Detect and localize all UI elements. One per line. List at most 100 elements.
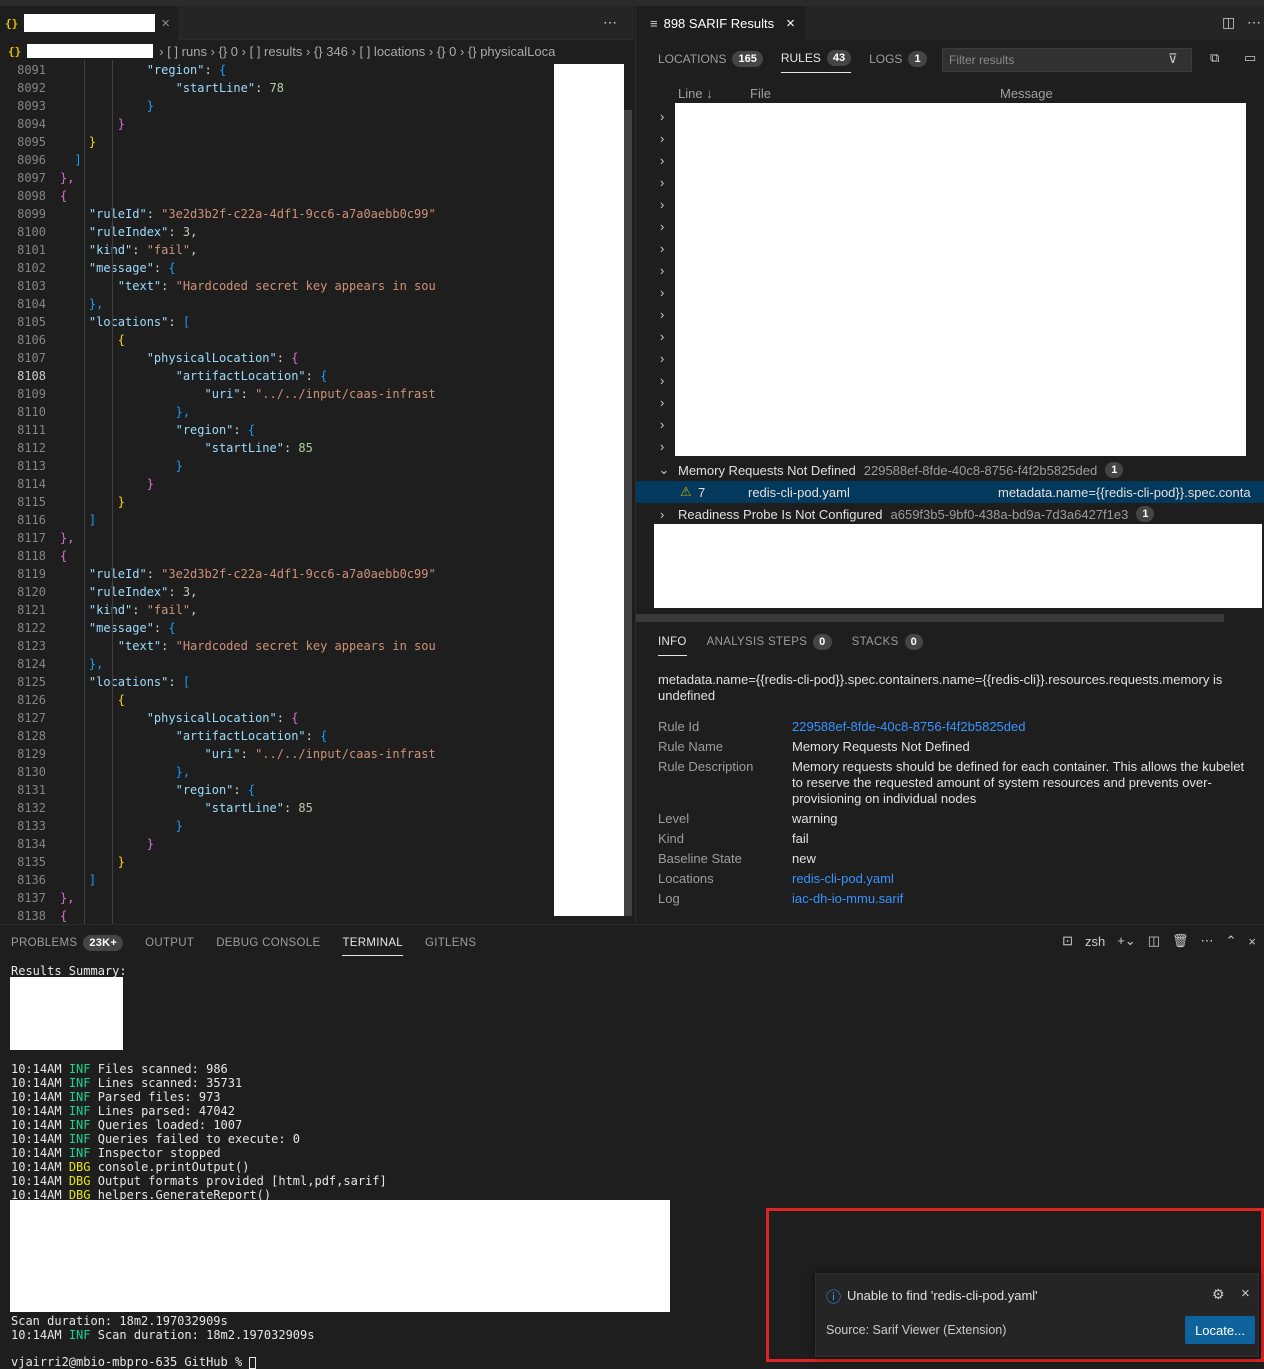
code-line[interactable]: ]: [60, 151, 81, 169]
code-line[interactable]: "artifactLocation": {: [60, 727, 328, 745]
tab-gitlens[interactable]: GITLENS: [425, 935, 476, 956]
code-line[interactable]: "artifactLocation": {: [60, 367, 328, 385]
breadcrumb-item[interactable]: {} 346: [314, 44, 348, 59]
breadcrumb-item[interactable]: {} physicalLoca: [468, 44, 555, 59]
sarif-tab[interactable]: ≡ 898 SARIF Results ×: [636, 6, 805, 40]
code-line[interactable]: {: [60, 547, 67, 565]
code-line[interactable]: }: [60, 475, 154, 493]
breadcrumb-item[interactable]: {} 0: [437, 44, 457, 59]
code-line[interactable]: }: [60, 493, 125, 511]
code-line[interactable]: "kind": "fail",: [60, 241, 197, 259]
code-line[interactable]: "region": {: [60, 781, 255, 799]
chevron-right-icon[interactable]: ›: [660, 131, 672, 146]
code-line[interactable]: "text": "Hardcoded secret key appears in…: [60, 277, 436, 295]
filter-results-input[interactable]: Filter results: [942, 48, 1192, 72]
tab-stacks[interactable]: STACKS 0: [852, 634, 923, 656]
chevron-right-icon[interactable]: ›: [660, 351, 672, 366]
open-log-icon[interactable]: ▭: [1244, 50, 1256, 66]
code-editor[interactable]: 8091 "region": {8092 "startLine": 78 8093…: [0, 60, 548, 924]
code-line[interactable]: ]: [60, 511, 96, 529]
code-line[interactable]: },: [60, 889, 74, 907]
chevron-right-icon[interactable]: ›: [636, 507, 678, 522]
breadcrumb-item[interactable]: [ ] locations: [359, 44, 425, 59]
chevron-right-icon[interactable]: ›: [660, 285, 672, 300]
chevron-right-icon[interactable]: ›: [660, 417, 672, 432]
editor-tab[interactable]: {} ×: [0, 6, 178, 40]
minimap-redacted[interactable]: [554, 64, 624, 916]
chevron-right-icon[interactable]: ›: [660, 307, 672, 322]
code-line[interactable]: },: [60, 763, 190, 781]
code-line[interactable]: }: [60, 835, 154, 853]
code-line[interactable]: "startLine": 78: [60, 79, 284, 97]
code-line[interactable]: },: [60, 295, 103, 313]
code-line[interactable]: }: [60, 97, 154, 115]
code-line[interactable]: },: [60, 529, 74, 547]
breadcrumb-item[interactable]: [ ] results: [250, 44, 303, 59]
chevron-right-icon[interactable]: ›: [660, 241, 672, 256]
gear-icon[interactable]: ⚙: [1212, 1286, 1225, 1303]
code-line[interactable]: "message": {: [60, 259, 176, 277]
code-line[interactable]: "ruleId": "3e2d3b2f-c22a-4df1-9cc6-a7a0a…: [60, 205, 436, 223]
locations-link[interactable]: redis-cli-pod.yaml: [792, 871, 1252, 887]
tab-terminal[interactable]: TERMINAL: [342, 935, 403, 956]
chevron-right-icon[interactable]: ›: [660, 175, 672, 190]
maximize-panel-icon[interactable]: ⌃: [1226, 933, 1237, 949]
code-line[interactable]: "startLine": 85: [60, 799, 312, 817]
code-line[interactable]: }: [60, 115, 125, 133]
chevron-right-icon[interactable]: ›: [660, 153, 672, 168]
code-line[interactable]: "physicalLocation": {: [60, 349, 299, 367]
result-row-selected[interactable]: ⚠ 7 redis-cli-pod.yaml metadata.name={{r…: [636, 481, 1264, 503]
code-line[interactable]: {: [60, 331, 125, 349]
code-line[interactable]: {: [60, 907, 67, 924]
editor-scrollbar[interactable]: [624, 110, 632, 916]
close-panel-icon[interactable]: ×: [1248, 934, 1256, 949]
close-icon[interactable]: ×: [1241, 1285, 1250, 1302]
tab-rules[interactable]: RULES 43: [780, 50, 852, 73]
tab-analysis-steps[interactable]: ANALYSIS STEPS 0: [707, 634, 832, 656]
chevron-right-icon[interactable]: ›: [660, 373, 672, 388]
code-line[interactable]: }: [60, 853, 125, 871]
code-line[interactable]: }: [60, 457, 183, 475]
code-line[interactable]: "startLine": 85: [60, 439, 312, 457]
code-line[interactable]: {: [60, 187, 67, 205]
more-actions-icon[interactable]: ⋯: [1247, 14, 1261, 31]
filter-icon[interactable]: ⊽: [1168, 51, 1178, 67]
code-line[interactable]: ]: [60, 871, 96, 889]
code-line[interactable]: "locations": [: [60, 313, 190, 331]
code-line[interactable]: },: [60, 403, 190, 421]
tab-logs[interactable]: LOGS 1: [869, 50, 927, 73]
code-line[interactable]: }: [60, 133, 96, 151]
close-tab-icon[interactable]: ×: [161, 15, 170, 32]
horizontal-scrollbar[interactable]: [636, 614, 1224, 622]
breadcrumb-items[interactable]: › [ ] runs › {} 0 › [ ] results › {} 346…: [159, 44, 555, 59]
column-file[interactable]: File: [750, 86, 771, 101]
close-icon[interactable]: ×: [786, 15, 795, 32]
chevron-right-icon[interactable]: ›: [660, 197, 672, 212]
rule-group-collapsed[interactable]: › Readiness Probe Is Not Configured a659…: [636, 503, 1264, 525]
rule-id-link[interactable]: 229588ef-8fde-40c8-8756-f4f2b5825ded: [792, 719, 1252, 735]
code-line[interactable]: "ruleId": "3e2d3b2f-c22a-4df1-9cc6-a7a0a…: [60, 565, 436, 583]
shell-prompt[interactable]: vjairri2@mbio-mbpro-635 GitHub %: [11, 1355, 257, 1369]
code-line[interactable]: "uri": "../../input/caas-infrast: [60, 745, 435, 763]
locate-button[interactable]: Locate...: [1185, 1316, 1255, 1344]
code-line[interactable]: "ruleIndex": 3,: [60, 223, 197, 241]
code-line[interactable]: "kind": "fail",: [60, 601, 197, 619]
code-line[interactable]: {: [60, 691, 125, 709]
more-actions-icon[interactable]: ⋯: [1201, 933, 1214, 949]
more-actions-icon[interactable]: ⋯: [603, 14, 617, 31]
code-line[interactable]: },: [60, 169, 74, 187]
code-line[interactable]: }: [60, 817, 183, 835]
chevron-right-icon[interactable]: ›: [660, 329, 672, 344]
column-line[interactable]: Line ↓: [678, 86, 713, 101]
chevron-right-icon[interactable]: ›: [660, 219, 672, 234]
breadcrumb-item[interactable]: [ ] runs: [167, 44, 207, 59]
code-line[interactable]: "physicalLocation": {: [60, 709, 299, 727]
tab-problems[interactable]: PROBLEMS 23K+: [11, 935, 124, 956]
code-line[interactable]: "message": {: [60, 619, 176, 637]
tab-locations[interactable]: LOCATIONS 165: [658, 50, 763, 73]
trash-icon[interactable]: 🗑: [1172, 933, 1189, 949]
column-message[interactable]: Message: [1000, 86, 1053, 101]
breadcrumb-item[interactable]: {} 0: [219, 44, 239, 59]
rule-group-expanded[interactable]: ⌄ Memory Requests Not Defined 229588ef-8…: [636, 459, 1264, 481]
code-line[interactable]: "text": "Hardcoded secret key appears in…: [60, 637, 436, 655]
